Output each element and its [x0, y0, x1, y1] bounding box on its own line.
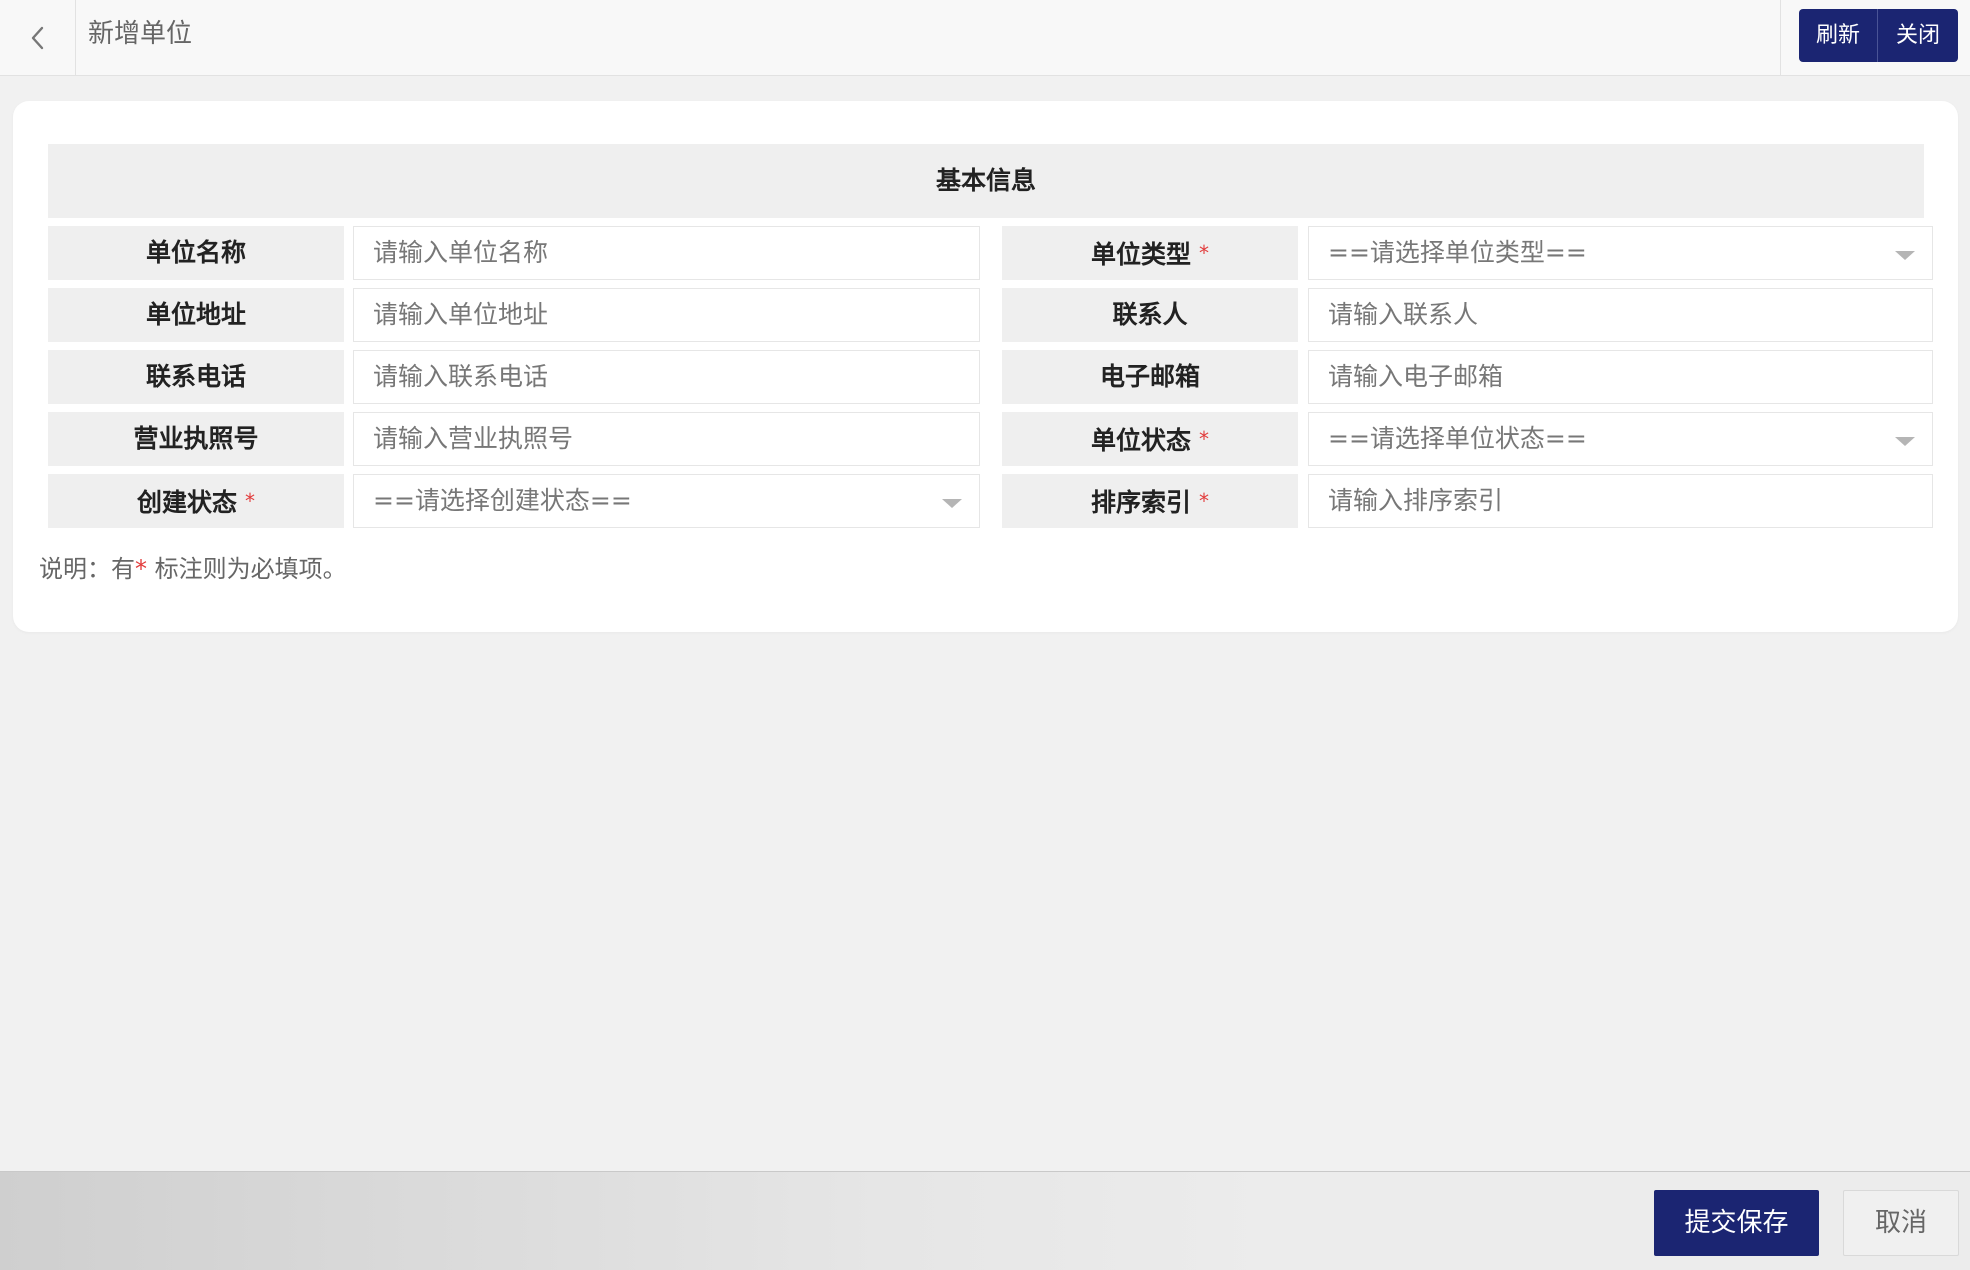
required-mark: * — [1199, 489, 1209, 513]
contact-phone-label: 联系电话 — [48, 350, 344, 404]
sort-index-input[interactable]: 请输入排序索引 — [1308, 474, 1933, 528]
caret-down-icon — [1895, 251, 1915, 260]
business-license-input[interactable]: 请输入营业执照号 — [353, 412, 980, 466]
unit-address-input[interactable]: 请输入单位地址 — [353, 288, 980, 342]
form-row: 单位名称 请输入单位名称 单位类型 * ==请选择单位类型== — [48, 226, 1933, 280]
form-row: 创建状态 * ==请选择创建状态== 排序索引 * 请输入排序索引 — [48, 474, 1933, 528]
unit-name-input[interactable]: 请输入单位名称 — [353, 226, 980, 280]
contact-phone-input[interactable]: 请输入联系电话 — [353, 350, 980, 404]
header-divider — [1780, 0, 1781, 76]
unit-name-label: 单位名称 — [48, 226, 344, 280]
contact-person-label: 联系人 — [1002, 288, 1298, 342]
refresh-button[interactable]: 刷新 — [1799, 9, 1878, 62]
required-note: 说明：有* 标注则为必填项。 — [39, 555, 347, 583]
email-label: 电子邮箱 — [1002, 350, 1298, 404]
sort-index-label: 排序索引 * — [1002, 474, 1298, 528]
unit-status-selected: ==请选择单位状态== — [1328, 424, 1587, 453]
submit-save-button[interactable]: 提交保存 — [1654, 1190, 1819, 1256]
chevron-left-icon — [31, 26, 43, 50]
business-license-label: 营业执照号 — [48, 412, 344, 466]
unit-type-label: 单位类型 * — [1002, 226, 1298, 280]
form-card: 基本信息 单位名称 请输入单位名称 单位类型 * ==请选择单位类型== 单位地址… — [13, 101, 1958, 632]
unit-status-label: 单位状态 * — [1002, 412, 1298, 466]
create-status-selected: ==请选择创建状态== — [373, 486, 632, 515]
form-row: 单位地址 请输入单位地址 联系人 请输入联系人 — [48, 288, 1933, 342]
footer-bar: 提交保存 取消 — [0, 1171, 1970, 1270]
email-input[interactable]: 请输入电子邮箱 — [1308, 350, 1933, 404]
top-header: 新增单位 刷新 关闭 — [0, 0, 1970, 76]
caret-down-icon — [942, 499, 962, 508]
create-status-select[interactable]: ==请选择创建状态== — [353, 474, 980, 528]
form-row: 联系电话 请输入联系电话 电子邮箱 请输入电子邮箱 — [48, 350, 1933, 404]
create-status-label: 创建状态 * — [48, 474, 344, 528]
form-row: 营业执照号 请输入营业执照号 单位状态 * ==请选择单位状态== — [48, 412, 1933, 466]
contact-person-input[interactable]: 请输入联系人 — [1308, 288, 1933, 342]
unit-type-select[interactable]: ==请选择单位类型== — [1308, 226, 1933, 280]
unit-address-label: 单位地址 — [48, 288, 344, 342]
caret-down-icon — [1895, 437, 1915, 446]
unit-type-selected: ==请选择单位类型== — [1328, 238, 1587, 267]
close-button[interactable]: 关闭 — [1878, 9, 1958, 62]
required-mark: * — [1199, 241, 1209, 265]
unit-status-select[interactable]: ==请选择单位状态== — [1308, 412, 1933, 466]
header-actions: 刷新 关闭 — [1799, 9, 1958, 62]
required-mark: * — [245, 489, 255, 513]
required-mark: * — [1199, 427, 1209, 451]
page-title: 新增单位 — [88, 19, 193, 49]
section-title: 基本信息 — [48, 144, 1924, 218]
cancel-button[interactable]: 取消 — [1843, 1190, 1959, 1256]
back-button[interactable] — [0, 0, 76, 76]
